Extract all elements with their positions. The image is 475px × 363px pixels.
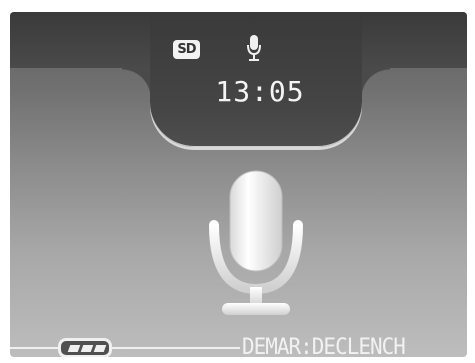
battery-bar [67, 345, 81, 352]
recording-time: 13:05 [215, 75, 305, 108]
camera-screen: SD 13:05 DEMAR:DECLENCH [10, 12, 467, 357]
battery-icon [58, 338, 112, 357]
footer-divider [10, 347, 240, 349]
battery-bar [80, 345, 94, 352]
voice-memo-microphone-icon [209, 170, 303, 315]
microphone-icon [247, 35, 261, 61]
shutter-start-hint: DEMAR:DECLENCH [242, 335, 406, 357]
sd-card-icon: SD [173, 40, 200, 59]
battery-bar [93, 345, 107, 352]
tab-edge-left [122, 68, 152, 98]
tab-edge-right [360, 68, 390, 98]
